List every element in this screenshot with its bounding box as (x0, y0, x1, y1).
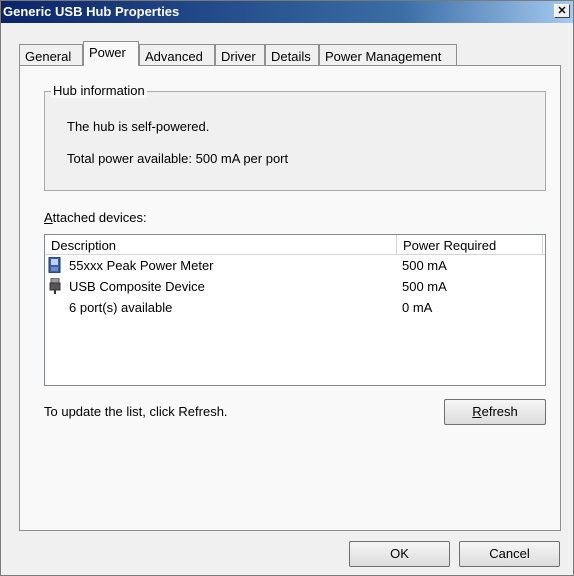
device-power: 500 mA (402, 279, 447, 294)
refresh-hint-text: To update the list, click Refresh. (44, 404, 228, 419)
title-bar[interactable]: Generic USB Hub Properties ✕ (1, 1, 573, 23)
tab-general[interactable]: General (19, 44, 83, 65)
usb-plug-icon (49, 278, 61, 294)
device-description: 6 port(s) available (69, 300, 173, 315)
ok-button[interactable]: OK (349, 541, 450, 567)
hub-information-group: Hub information The hub is self-powered.… (44, 83, 546, 191)
self-powered-text: The hub is self-powered. (67, 119, 210, 134)
list-header: Description Power Required (45, 235, 545, 255)
cancel-button[interactable]: Cancel (459, 541, 560, 567)
hub-information-legend: Hub information (51, 83, 147, 98)
attached-devices-list[interactable]: Description Power Required 55xxx Peak Po… (44, 234, 546, 386)
close-icon: ✕ (557, 5, 567, 17)
device-power: 500 mA (402, 258, 447, 273)
tab-power-management[interactable]: Power Management (319, 44, 457, 65)
list-item[interactable]: USB Composite Device 500 mA (45, 277, 545, 296)
window-title: Generic USB Hub Properties (3, 4, 180, 19)
properties-dialog: Generic USB Hub Properties ✕ General Pow… (0, 0, 574, 576)
tab-driver[interactable]: Driver (215, 44, 265, 65)
tab-advanced[interactable]: Advanced (139, 44, 215, 65)
close-button[interactable]: ✕ (554, 4, 570, 18)
tab-power[interactable]: Power (83, 41, 139, 66)
total-power-text: Total power available: 500 mA per port (67, 151, 289, 166)
device-description: USB Composite Device (69, 279, 205, 294)
list-item[interactable]: 55xxx Peak Power Meter 500 mA (45, 256, 545, 275)
device-description: 55xxx Peak Power Meter (69, 258, 214, 273)
power-tab-panel: Hub information The hub is self-powered.… (19, 65, 561, 531)
power-required-column-header[interactable]: Power Required (397, 235, 543, 254)
refresh-button[interactable]: Refresh (444, 399, 546, 425)
tab-details[interactable]: Details (265, 44, 319, 65)
device-power: 0 mA (402, 300, 433, 315)
power-meter-icon (48, 257, 61, 273)
description-column-header[interactable]: Description (45, 235, 397, 254)
list-item[interactable]: 6 port(s) available 0 mA (45, 298, 545, 317)
attached-devices-label: Attached devices: (44, 210, 147, 225)
